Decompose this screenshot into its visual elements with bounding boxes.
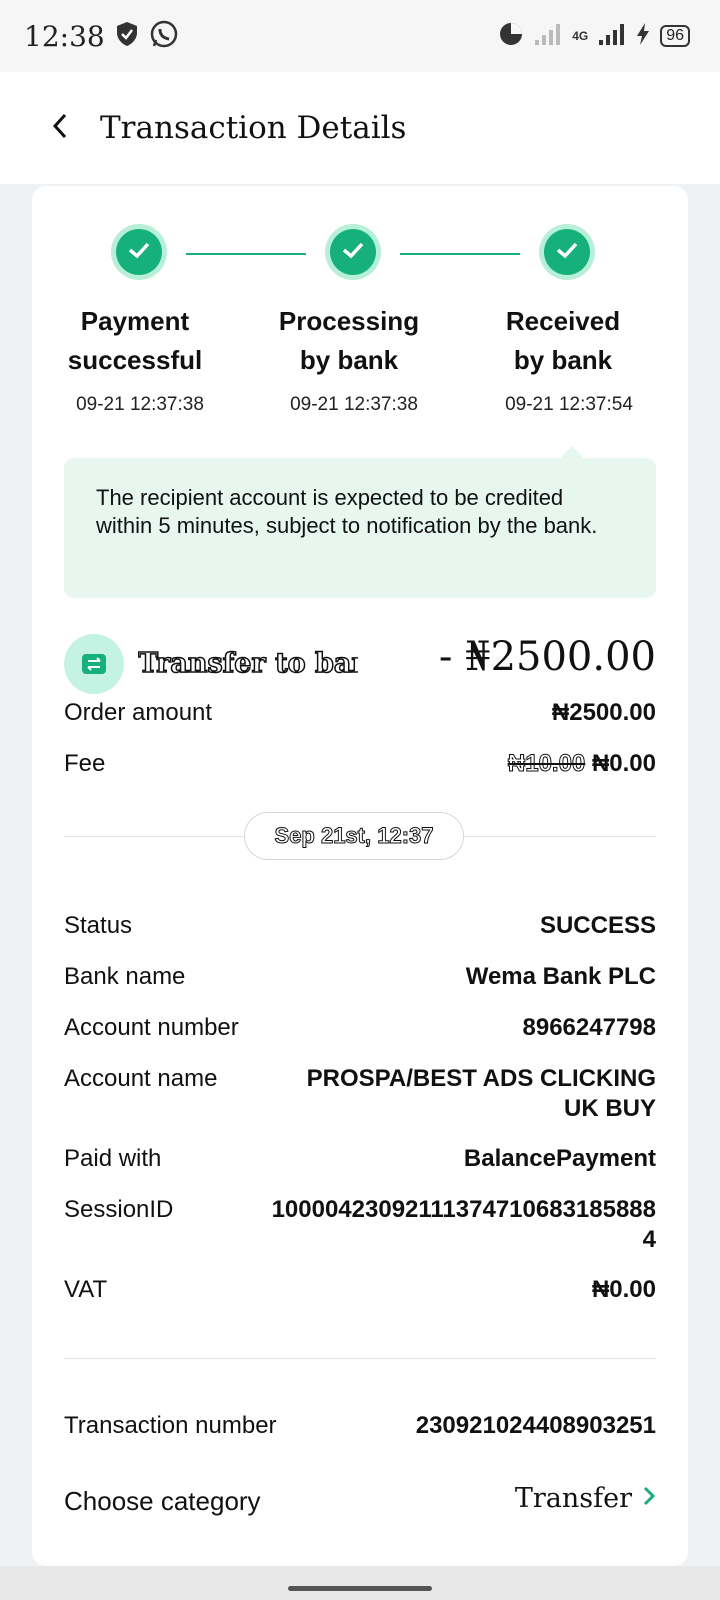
step-3-label-line2: by bank (513, 345, 613, 375)
detail-label: VAT (64, 1276, 108, 1303)
detail-label: Status (64, 912, 133, 939)
step-2-label-line1: Processing (278, 306, 420, 336)
whatsapp-icon (149, 19, 179, 54)
step-1-check (111, 224, 167, 280)
chevron-right-icon (642, 1484, 656, 1514)
fee-original: ₦10.00 (507, 750, 586, 778)
charging-icon (636, 22, 650, 51)
step-1-label-line1: Payment (80, 306, 190, 336)
fee-value: ₦0.00 (591, 750, 656, 777)
navigation-bar (0, 1566, 720, 1600)
shield-icon (115, 21, 139, 52)
app-header: Transaction Details (0, 72, 720, 184)
category-value: Transfer (514, 1483, 632, 1514)
status-time: 12:38 (24, 19, 105, 53)
order-amount-label: Order amount (64, 699, 213, 726)
detail-label: Bank name (64, 963, 186, 990)
transfer-type-label: Transfer to bank (138, 647, 358, 680)
step-connector-1 (186, 253, 306, 255)
order-amount-value: ₦2500.00 (551, 699, 656, 726)
detail-label: Paid with (64, 1145, 162, 1172)
notice-caret (560, 446, 584, 458)
step-2-label-line2: by bank (299, 345, 399, 375)
section-divider (64, 1358, 656, 1359)
step-3-label-line1: Received (505, 306, 621, 336)
transfer-amount: - ₦2500.00 (438, 634, 656, 680)
detail-value: 8966247798 (522, 1014, 656, 1041)
signal-icon (534, 22, 562, 51)
step-3-time: 09-21 12:37:54 (505, 394, 633, 415)
choose-category-label: Choose category (64, 1486, 261, 1516)
fee-value-group: ₦10.00 ₦0.00 (507, 749, 656, 779)
home-indicator[interactable] (288, 1586, 432, 1591)
battery-level: 96 (660, 25, 690, 47)
detail-value: SUCCESS (539, 912, 656, 939)
detail-value: PROSPA/BEST ADS CLICKING UK BUY (306, 1065, 656, 1122)
step-1-label-line2: successful (67, 345, 203, 375)
detail-label: SessionID (64, 1196, 174, 1223)
status-bar-right: 4G 96 (498, 21, 690, 52)
credit-notice: The recipient account is expected to be … (64, 458, 656, 598)
step-2-label: Processing by bank (249, 302, 449, 380)
fee-label: Fee (64, 750, 106, 777)
detail-value: 100004230921113747106831858884 (271, 1196, 656, 1253)
transfer-icon (64, 634, 124, 694)
detail-value: ₦0.00 (591, 1276, 656, 1303)
step-3-label: Received by bank (463, 302, 663, 380)
detail-label: Account name (64, 1065, 218, 1092)
back-button[interactable] (30, 98, 90, 158)
detail-value: Wema Bank PLC (465, 963, 656, 990)
step-2-check (325, 224, 381, 280)
check-icon (127, 240, 151, 265)
status-bar-left: 12:38 (24, 19, 179, 54)
transaction-card: Payment successful Processing by bank Re… (32, 186, 688, 1566)
network-type-label: 4G (572, 29, 589, 43)
step-1-label: Payment successful (35, 302, 235, 380)
transaction-number-value[interactable]: 230921024408903251 (416, 1411, 656, 1441)
step-2-time: 09-21 12:37:38 (290, 394, 418, 415)
chevron-left-icon (50, 112, 70, 145)
detail-label: Account number (64, 1014, 239, 1041)
step-3-check (539, 224, 595, 280)
category-selector[interactable]: Transfer (515, 1484, 656, 1514)
check-icon (555, 240, 579, 265)
date-pill: Sep 21st, 12:37 (244, 812, 464, 860)
status-bar: 12:38 4G 96 (0, 0, 720, 72)
step-1-time: 09-21 12:37:38 (76, 394, 204, 415)
signal-strength-icon (598, 22, 626, 51)
check-icon (341, 240, 365, 265)
page-title: Transaction Details (100, 110, 407, 146)
detail-value: BalancePayment (463, 1145, 656, 1172)
step-connector-2 (400, 253, 520, 255)
transaction-number-label: Transaction number (64, 1412, 277, 1439)
data-saver-icon (498, 21, 524, 52)
